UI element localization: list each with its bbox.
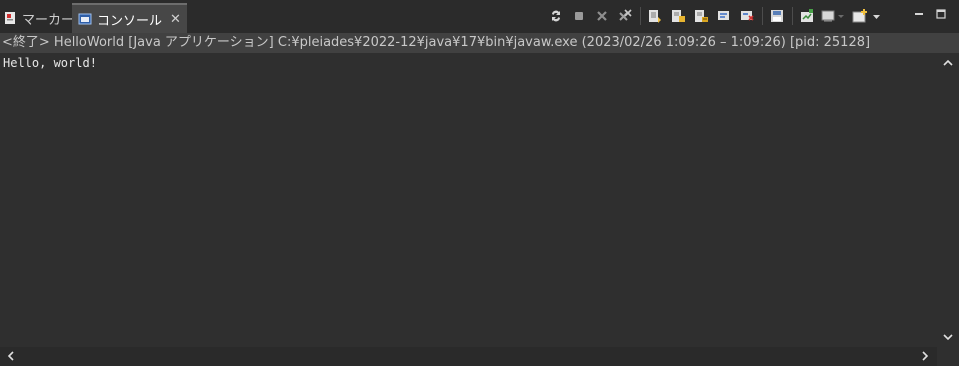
vertical-scrollbar[interactable]: [937, 53, 959, 347]
close-icon[interactable]: ✕: [170, 12, 181, 27]
console-selector-icon[interactable]: [820, 6, 848, 26]
tab-markers-label: マーカー: [22, 12, 75, 28]
tab-markers[interactable]: マーカー: [3, 3, 74, 33]
relaunch-icon[interactable]: [546, 6, 566, 26]
remove-all-terminated-icon[interactable]: [615, 6, 635, 26]
view-tab-bar: マーカー コンソール ✕: [0, 0, 959, 33]
scroll-right-icon[interactable]: [919, 350, 931, 362]
scroll-up-icon[interactable]: [942, 57, 954, 69]
console-icon: [78, 12, 92, 26]
console-toolbar: [546, 4, 888, 28]
tab-console[interactable]: コンソール ✕: [72, 3, 187, 33]
word-wrap-icon[interactable]: [668, 6, 688, 26]
process-info-bar: <終了> HelloWorld [Java アプリケーション] C:¥pleia…: [0, 33, 959, 53]
maximize-icon[interactable]: [933, 6, 949, 22]
console-output-text: Hello, world!: [3, 56, 97, 70]
horizontal-scrollbar[interactable]: [0, 347, 937, 366]
open-console-icon[interactable]: [797, 6, 817, 26]
markers-icon: [3, 11, 17, 25]
terminate-icon[interactable]: [569, 6, 589, 26]
remove-launch-icon[interactable]: [592, 6, 612, 26]
process-info-text: <終了> HelloWorld [Java アプリケーション] C:¥pleia…: [2, 35, 871, 50]
show-on-stderr-icon[interactable]: [714, 6, 734, 26]
scroll-down-icon[interactable]: [942, 331, 954, 343]
display-selected-console-icon[interactable]: [767, 6, 787, 26]
toolbar-separator: [640, 7, 641, 25]
pin-console-icon[interactable]: [737, 6, 757, 26]
toolbar-separator: [792, 7, 793, 25]
toolbar-separator: [762, 7, 763, 25]
minimize-icon[interactable]: [911, 6, 927, 22]
show-on-stdout-icon[interactable]: [691, 6, 711, 26]
new-console-view-icon[interactable]: [851, 6, 885, 26]
scrollbar-corner: [937, 347, 959, 366]
tab-console-label: コンソール: [97, 13, 163, 29]
scroll-left-icon[interactable]: [5, 350, 17, 362]
console-output-area[interactable]: Hello, world!: [0, 53, 937, 347]
scroll-lock-icon[interactable]: [645, 6, 665, 26]
